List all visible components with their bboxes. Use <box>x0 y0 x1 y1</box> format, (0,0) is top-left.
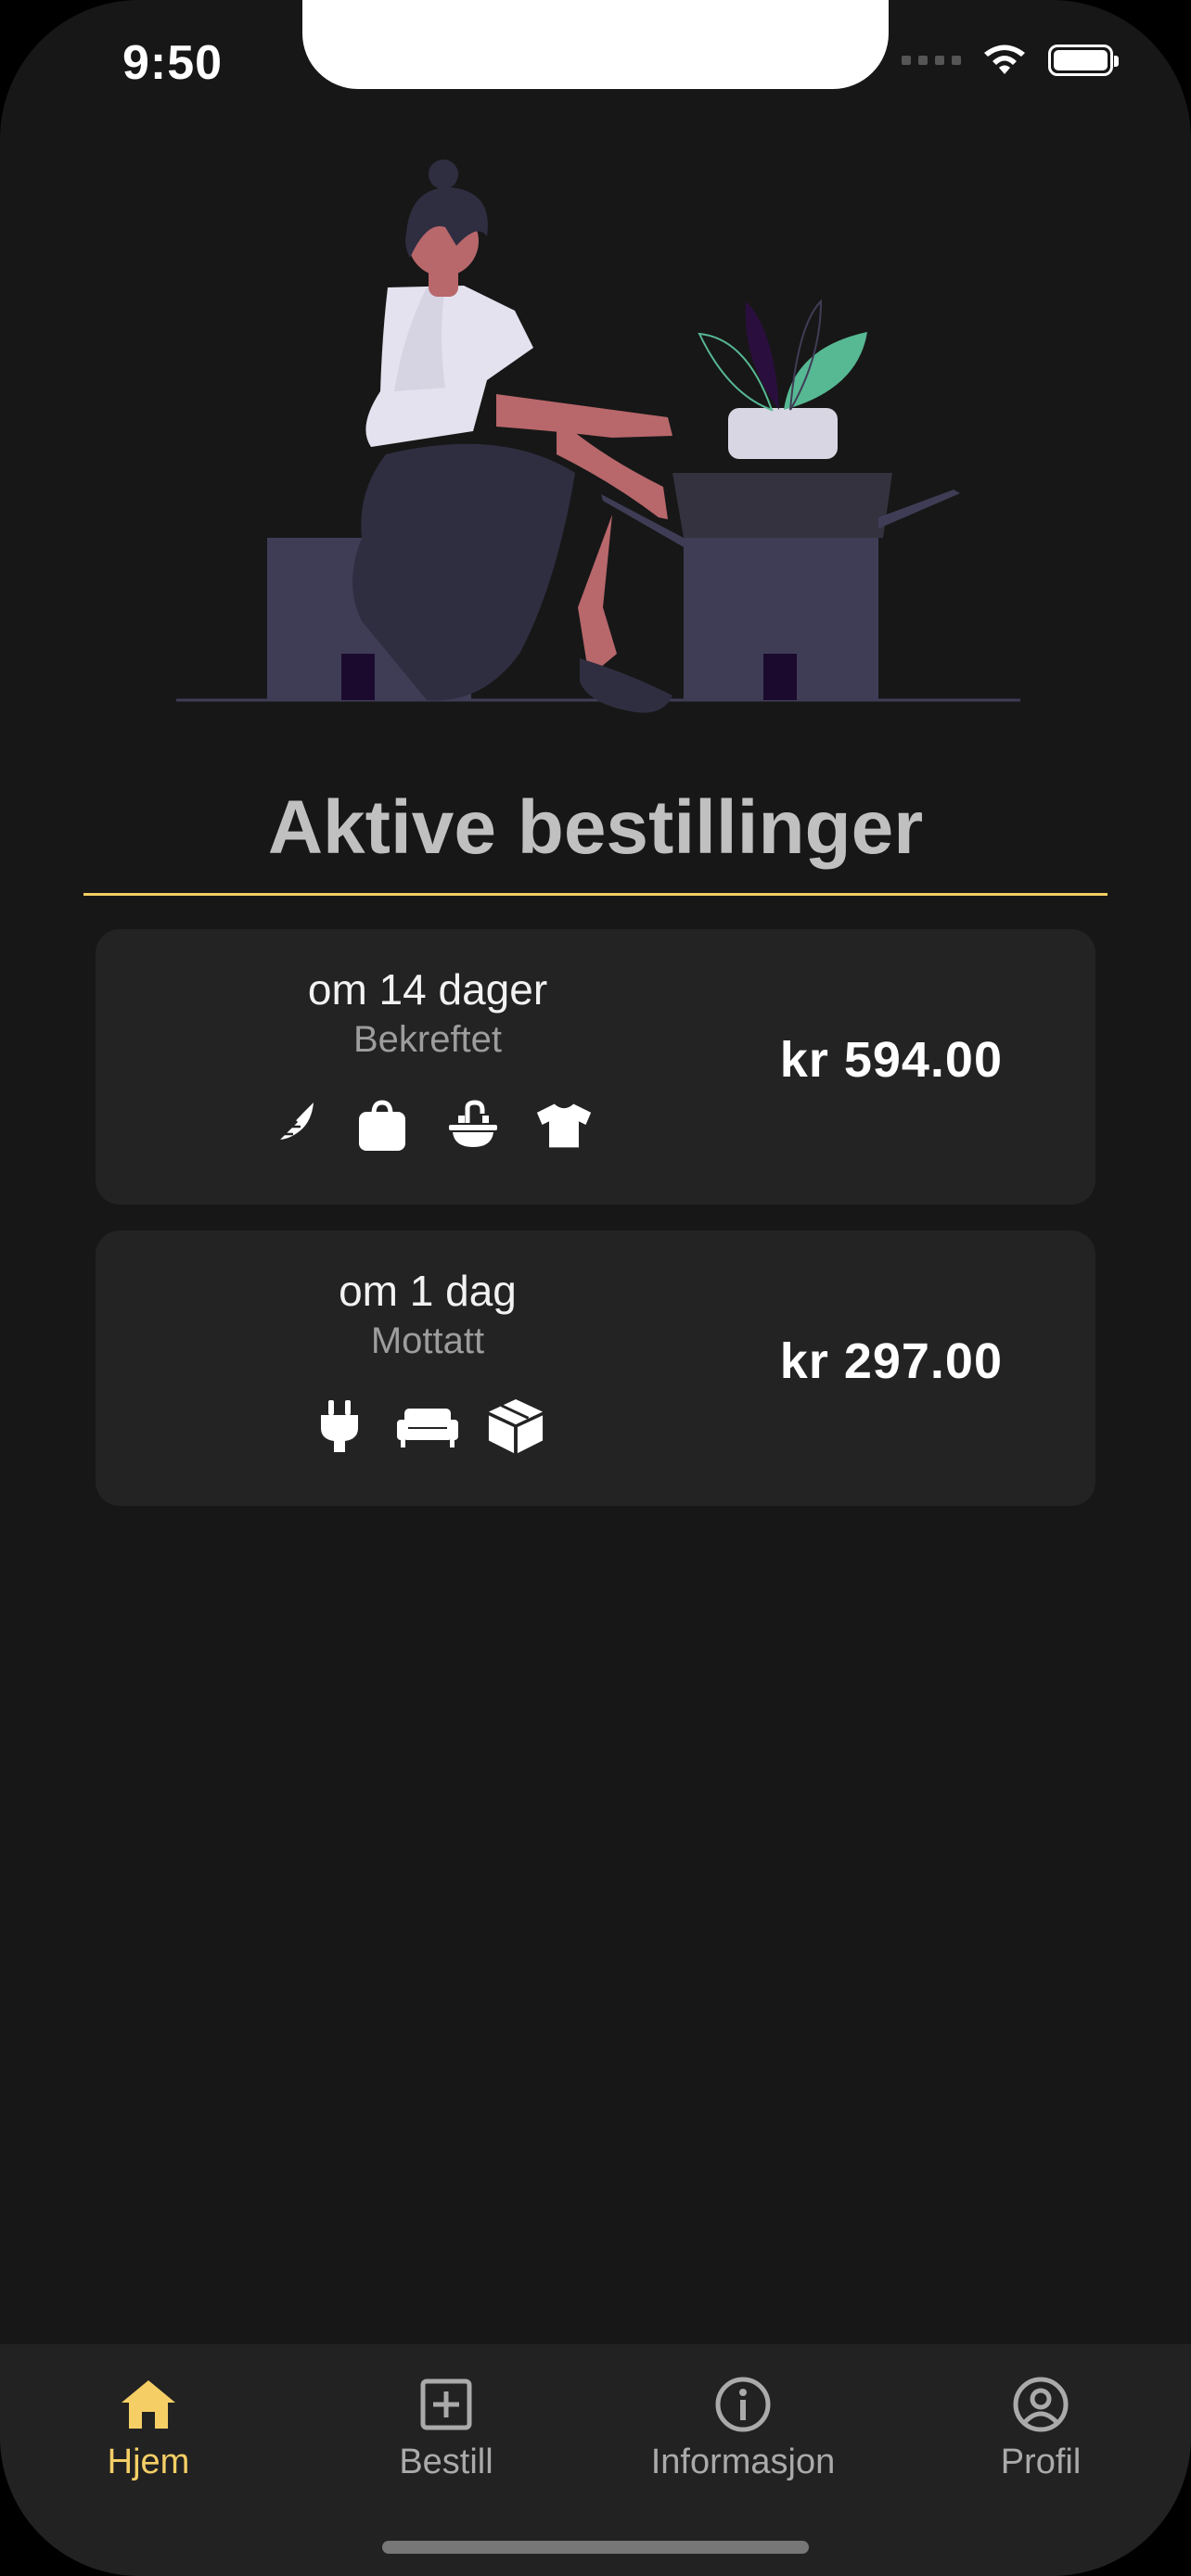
wifi-icon <box>984 45 1025 74</box>
order-card[interactable]: om 1 dag Mottatt kr 297.00 <box>96 1231 1095 1506</box>
feather-icon <box>263 1096 320 1154</box>
bag-icon <box>353 1096 411 1154</box>
user-circle-icon <box>1013 2377 1069 2432</box>
tshirt-icon <box>535 1096 593 1154</box>
tab-label: Profil <box>1000 2442 1082 2481</box>
status-time: 9:50 <box>122 36 224 90</box>
tab-informasjon[interactable]: Informasjon <box>622 2372 864 2482</box>
home-indicator <box>382 2541 809 2554</box>
app-screen: 9:50 Aktive bestillinger om 14 dager Bek… <box>0 0 1191 2576</box>
device-notch <box>302 0 889 89</box>
order-price: kr 297.00 <box>779 1333 1003 1389</box>
home-icon <box>122 2380 175 2429</box>
order-eta: om 1 dag <box>339 1267 517 1315</box>
couch-icon <box>392 1397 463 1455</box>
tab-hjem[interactable]: Hjem <box>28 2372 269 2482</box>
tab-profil[interactable]: Profil <box>920 2372 1161 2482</box>
page-title: Aktive bestillinger <box>267 785 924 870</box>
title-divider <box>83 893 1108 896</box>
order-details: om 1 dag Mottatt <box>96 1231 763 1506</box>
tab-label: Informasjon <box>650 2442 836 2481</box>
order-price: kr 594.00 <box>779 1032 1003 1088</box>
order-details: om 14 dager Bekreftet <box>96 929 763 1205</box>
status-indicators <box>902 43 1119 78</box>
info-icon <box>715 2377 771 2432</box>
tab-bestill[interactable]: Bestill <box>326 2372 567 2482</box>
order-card[interactable]: om 14 dager Bekreftet kr 594.00 <box>96 929 1095 1205</box>
cellular-signal-icon <box>902 56 961 65</box>
order-status: Mottatt <box>370 1320 485 1361</box>
order-status: Bekreftet <box>352 1019 503 1060</box>
tab-label: Hjem <box>107 2442 190 2481</box>
order-category-icons <box>96 1096 760 1154</box>
battery-icon <box>1048 45 1119 76</box>
sink-icon <box>444 1096 502 1154</box>
woman-with-boxes-illustration <box>176 159 1020 713</box>
box-icon <box>487 1397 544 1455</box>
order-category-icons <box>96 1397 760 1455</box>
plug-icon <box>311 1397 368 1455</box>
order-eta: om 14 dager <box>307 965 548 1014</box>
tab-label: Bestill <box>399 2442 493 2481</box>
plus-square-icon <box>420 2378 472 2430</box>
